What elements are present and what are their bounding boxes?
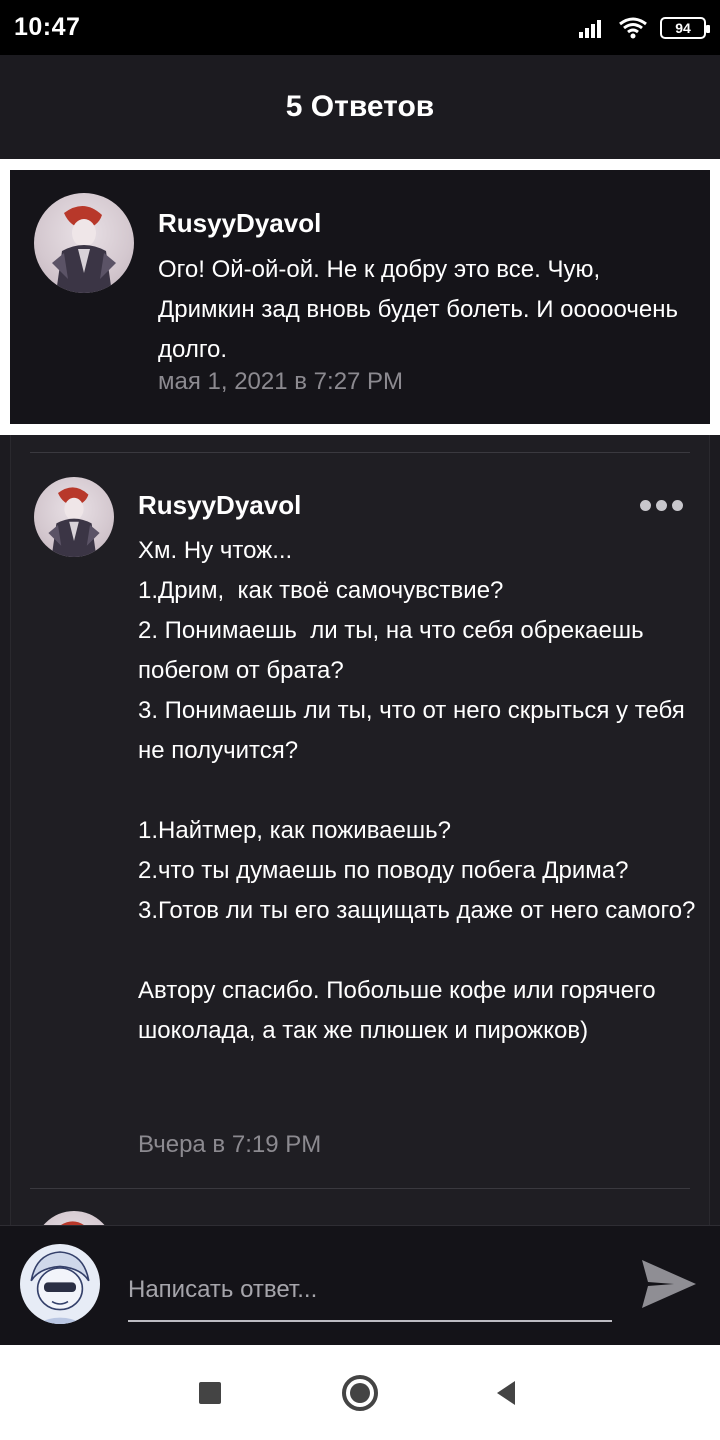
avatar-art xyxy=(52,205,116,293)
back-button[interactable] xyxy=(476,1345,536,1440)
status-icons: 94 xyxy=(578,16,710,39)
signal-icon xyxy=(579,19,601,38)
battery-icon: 94 xyxy=(660,16,710,39)
avatar-art xyxy=(48,487,100,557)
navigation-bar xyxy=(0,1345,720,1440)
comment-author[interactable]: RusyyDyavol xyxy=(158,208,321,239)
parent-comment[interactable]: RusyyDyavol Ого! Ой-ой-ой. Не к добру эт… xyxy=(10,170,710,424)
reply-list[interactable]: RusyyDyavol Хм. Ну чтож... 1.Дрим, как т… xyxy=(0,435,720,1225)
avatar[interactable] xyxy=(34,193,134,293)
comment-timestamp: Вчера в 7:19 PM xyxy=(138,1131,322,1158)
send-icon[interactable] xyxy=(636,1254,700,1314)
avatar[interactable] xyxy=(34,477,114,557)
status-time: 10:47 xyxy=(14,13,81,41)
page-title: 5 Ответов xyxy=(285,90,435,123)
reply-input[interactable] xyxy=(128,1266,612,1322)
home-button[interactable] xyxy=(330,1345,390,1440)
back-triangle-icon xyxy=(497,1380,515,1405)
square-icon xyxy=(199,1381,221,1404)
comment-text: Ого! Ой-ой-ой. Не к добру это все. Чую, … xyxy=(158,256,685,363)
divider xyxy=(30,452,690,453)
avatar-art xyxy=(30,1251,90,1324)
wifi-icon xyxy=(619,17,647,38)
screen: 10:47 94 5 Ответов RusyyDyavol Ого! Ой-о… xyxy=(0,0,720,1440)
circle-icon xyxy=(342,1374,378,1411)
divider xyxy=(30,1188,690,1189)
status-bar: 10:47 94 xyxy=(0,0,720,55)
battery-level: 94 xyxy=(675,19,691,36)
recents-button[interactable] xyxy=(180,1345,240,1440)
comment-timestamp: мая 1, 2021 в 7:27 PM xyxy=(158,368,404,395)
comment-text: Хм. Ну чтож... 1.Дрим, как твоё самочувс… xyxy=(138,537,696,1044)
reply-composer xyxy=(0,1225,720,1345)
parent-comment-highlight: RusyyDyavol Ого! Ой-ой-ой. Не к добру эт… xyxy=(0,159,720,435)
my-avatar[interactable] xyxy=(20,1244,100,1324)
comment-author[interactable]: RusyyDyavol xyxy=(138,490,301,521)
header: 5 Ответов xyxy=(0,55,720,159)
more-options-icon[interactable] xyxy=(640,495,688,515)
